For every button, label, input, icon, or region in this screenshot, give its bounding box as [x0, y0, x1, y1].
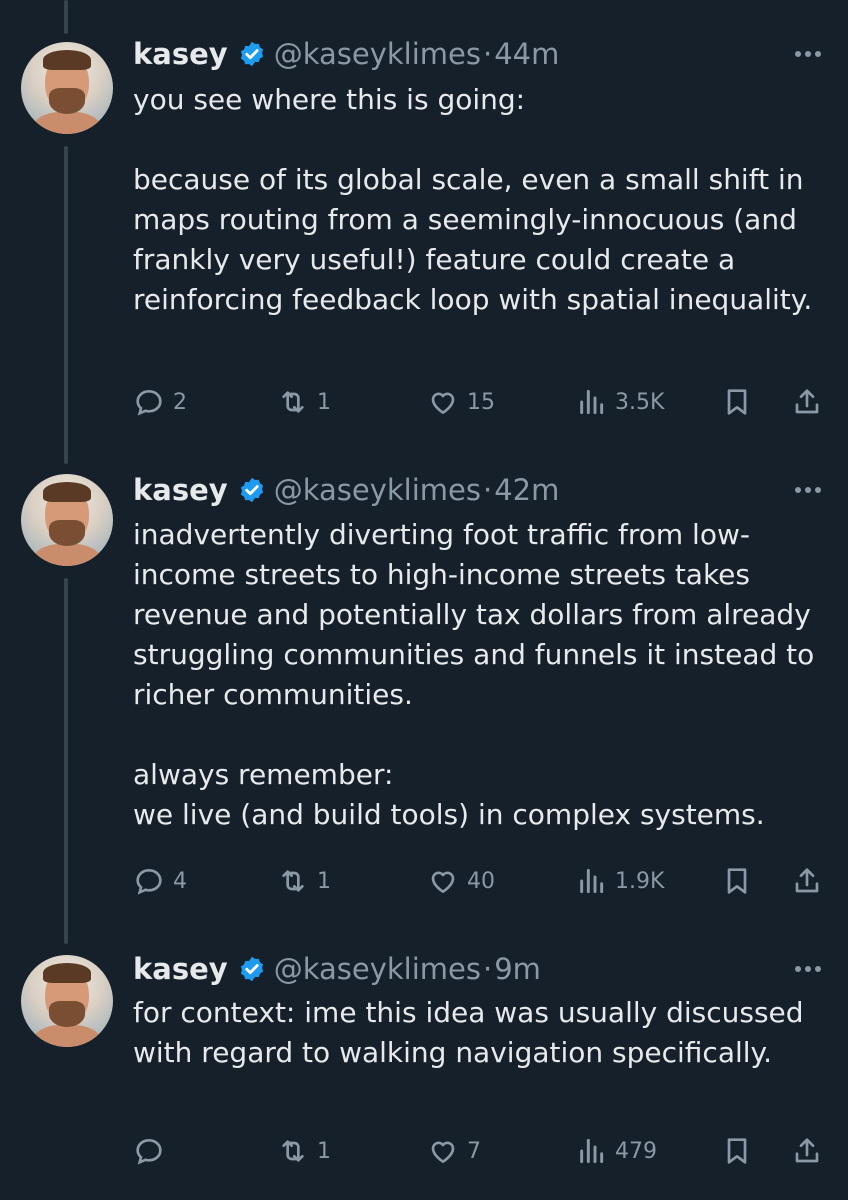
tweet-text: inadvertently diverting foot traffic fro… — [133, 518, 815, 831]
repost-button[interactable]: 1 — [277, 1131, 331, 1171]
bookmark-button[interactable] — [721, 861, 753, 901]
like-icon — [431, 871, 455, 893]
author-handle[interactable]: @kaseyklimes — [274, 473, 481, 507]
views-count: 3.5K — [615, 389, 665, 415]
repost-button[interactable]: 1 — [277, 861, 331, 901]
share-icon — [795, 1138, 819, 1163]
repost-count: 1 — [317, 1138, 331, 1164]
reply-count: 2 — [173, 389, 187, 415]
views-count: 1.9K — [615, 868, 665, 894]
like-button[interactable]: 15 — [427, 382, 495, 422]
bookmark-icon — [727, 868, 747, 894]
bookmark-button[interactable] — [721, 1131, 753, 1171]
more-icon[interactable] — [788, 959, 828, 979]
author-name[interactable]: kasey — [133, 473, 228, 507]
author-handle[interactable]: @kaseyklimes — [274, 37, 481, 71]
verified-badge-icon — [240, 41, 263, 67]
separator-dot: · — [482, 473, 493, 507]
like-icon — [431, 1141, 455, 1163]
separator-dot: · — [482, 37, 493, 71]
tweet-actions: 2 1 15 3.5K — [133, 382, 833, 422]
like-count: 40 — [467, 868, 495, 894]
share-button[interactable] — [791, 382, 823, 422]
avatar[interactable] — [21, 42, 113, 134]
bookmark-button[interactable] — [721, 382, 753, 422]
tweet-text: you see where this is going: because of … — [133, 83, 813, 316]
views-button[interactable]: 479 — [575, 1131, 657, 1171]
views-button[interactable]: 3.5K — [575, 382, 664, 422]
author-name[interactable]: kasey — [133, 952, 228, 986]
views-icon — [580, 1138, 604, 1164]
tweet-actions: 4 1 40 1.9K — [133, 861, 833, 901]
author-name[interactable]: kasey — [133, 37, 228, 71]
repost-icon — [282, 870, 304, 892]
reply-icon — [136, 389, 162, 416]
repost-icon — [282, 391, 304, 413]
repost-count: 1 — [317, 389, 331, 415]
more-icon[interactable] — [788, 480, 828, 500]
reply-icon — [136, 1138, 162, 1165]
repost-icon — [282, 1140, 304, 1162]
separator-dot: · — [482, 952, 493, 986]
verified-badge-icon — [240, 956, 263, 982]
like-button[interactable]: 7 — [427, 1131, 481, 1171]
reply-button[interactable]: 2 — [133, 382, 187, 422]
repost-button[interactable]: 1 — [277, 382, 331, 422]
views-icon — [580, 389, 604, 415]
tweet-actions: 1 7 479 — [133, 1131, 833, 1171]
reply-count: 4 — [173, 868, 187, 894]
more-icon[interactable] — [788, 44, 828, 64]
avatar[interactable] — [21, 955, 113, 1047]
thread-line — [64, 0, 68, 34]
tweet-header: kasey @kaseyklimes · 42m — [133, 470, 559, 510]
timestamp[interactable]: 44m — [494, 37, 559, 71]
timestamp[interactable]: 42m — [494, 473, 559, 507]
avatar[interactable] — [21, 474, 113, 566]
views-button[interactable]: 1.9K — [575, 861, 664, 901]
reply-icon — [136, 868, 162, 895]
author-handle[interactable]: @kaseyklimes — [274, 952, 481, 986]
share-icon — [795, 389, 819, 414]
share-button[interactable] — [791, 861, 823, 901]
like-count: 7 — [467, 1138, 481, 1164]
tweet-header: kasey @kaseyklimes · 44m — [133, 34, 559, 74]
reply-button[interactable]: 4 — [133, 861, 187, 901]
timestamp[interactable]: 9m — [494, 952, 541, 986]
like-button[interactable]: 40 — [427, 861, 495, 901]
thread-line — [64, 578, 68, 944]
tweet-header: kasey @kaseyklimes · 9m — [133, 949, 541, 989]
like-icon — [431, 392, 455, 414]
thread-line — [64, 146, 68, 464]
verified-badge-icon — [240, 477, 263, 503]
reply-button[interactable] — [133, 1131, 173, 1171]
share-button[interactable] — [791, 1131, 823, 1171]
bookmark-icon — [727, 389, 747, 415]
bookmark-icon — [727, 1138, 747, 1164]
views-icon — [580, 868, 604, 894]
tweet-text: for context: ime this idea was usually d… — [133, 996, 813, 1069]
views-count: 479 — [615, 1138, 657, 1164]
repost-count: 1 — [317, 868, 331, 894]
like-count: 15 — [467, 389, 495, 415]
share-icon — [795, 868, 819, 893]
